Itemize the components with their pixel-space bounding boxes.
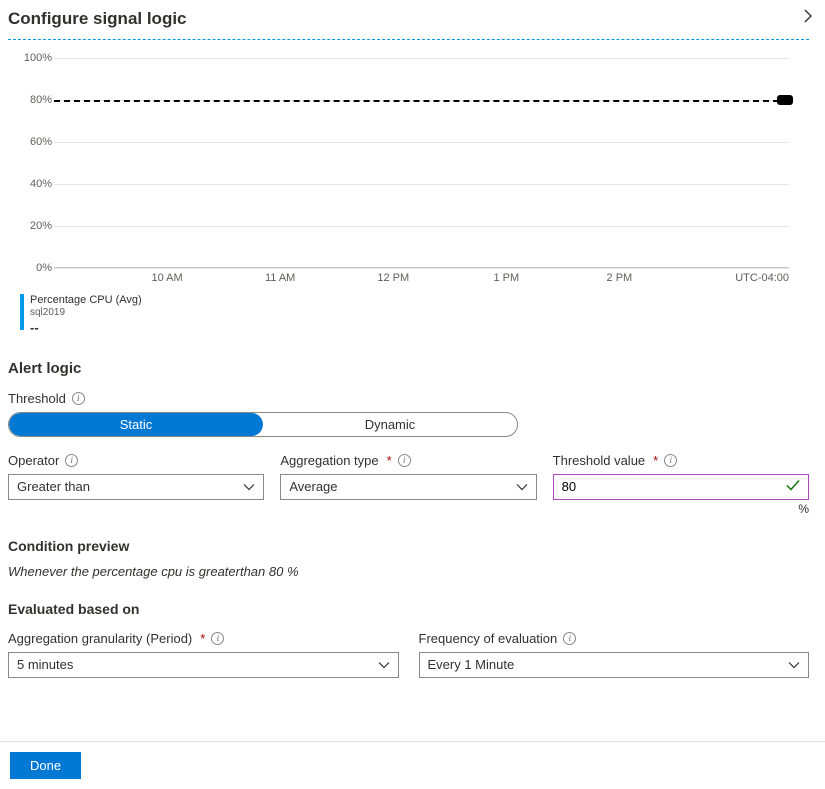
xtick: 12 PM xyxy=(337,272,450,284)
legend-value: -- xyxy=(30,320,142,336)
chevron-down-icon xyxy=(788,657,800,672)
xtick: UTC-04:00 xyxy=(676,272,789,284)
xtick: 10 AM xyxy=(111,272,224,284)
footer: Done xyxy=(0,741,825,789)
chart-legend: Percentage CPU (Avg) sql2019 -- xyxy=(14,294,789,336)
legend-resource: sql2019 xyxy=(30,307,142,319)
operator-select[interactable]: Greater than xyxy=(8,474,264,500)
check-icon xyxy=(786,479,800,494)
condition-preview-text: Whenever the percentage cpu is greaterth… xyxy=(8,564,809,579)
info-icon[interactable]: i xyxy=(664,454,677,467)
ytick: 20% xyxy=(20,220,52,232)
frequency-select[interactable]: Every 1 Minute xyxy=(419,652,810,678)
close-chevron-icon[interactable] xyxy=(803,8,813,29)
xtick: 11 AM xyxy=(224,272,337,284)
threshold-value-input[interactable] xyxy=(553,474,809,500)
threshold-toggle[interactable]: Static Dynamic xyxy=(8,412,518,437)
operator-label: Operator xyxy=(8,453,59,468)
frequency-value: Every 1 Minute xyxy=(428,657,515,672)
page-title: Configure signal logic xyxy=(8,9,187,29)
threshold-value-field[interactable] xyxy=(562,479,800,494)
aggregation-select[interactable]: Average xyxy=(280,474,536,500)
ytick: 100% xyxy=(20,52,52,64)
xtick: 1 PM xyxy=(450,272,563,284)
threshold-label: Threshold xyxy=(8,391,66,406)
chevron-down-icon xyxy=(378,657,390,672)
threshold-static-pill[interactable]: Static xyxy=(9,413,263,436)
ytick: 40% xyxy=(20,178,52,190)
info-icon[interactable]: i xyxy=(398,454,411,467)
required-indicator: * xyxy=(387,453,392,468)
granularity-select[interactable]: 5 minutes xyxy=(8,652,399,678)
info-icon[interactable]: i xyxy=(72,392,85,405)
metric-chart: 100% 80% 60% 40% 20% 0% 10 AM 11 AM 12 P… xyxy=(8,58,809,336)
operator-value: Greater than xyxy=(17,479,90,494)
info-icon[interactable]: i xyxy=(65,454,78,467)
chevron-down-icon xyxy=(516,479,528,494)
ytick: 60% xyxy=(20,136,52,148)
ytick: 80% xyxy=(20,94,52,106)
alert-logic-heading: Alert logic xyxy=(8,360,809,377)
frequency-label: Frequency of evaluation xyxy=(419,631,558,646)
xtick: 2 PM xyxy=(563,272,676,284)
aggregation-value: Average xyxy=(289,479,337,494)
granularity-label: Aggregation granularity (Period) xyxy=(8,631,192,646)
threshold-value-label: Threshold value xyxy=(553,453,646,468)
condition-preview-heading: Condition preview xyxy=(8,538,809,554)
evaluated-heading: Evaluated based on xyxy=(8,601,809,617)
threshold-marker xyxy=(777,95,793,105)
ytick: 0% xyxy=(20,262,52,274)
divider xyxy=(8,39,809,40)
done-button[interactable]: Done xyxy=(10,752,81,779)
threshold-line xyxy=(54,100,789,102)
chevron-down-icon xyxy=(243,479,255,494)
granularity-value: 5 minutes xyxy=(17,657,73,672)
threshold-unit: % xyxy=(553,502,809,516)
aggregation-label: Aggregation type xyxy=(280,453,378,468)
required-indicator: * xyxy=(200,631,205,646)
threshold-dynamic-pill[interactable]: Dynamic xyxy=(263,413,517,436)
required-indicator: * xyxy=(653,453,658,468)
info-icon[interactable]: i xyxy=(563,632,576,645)
legend-metric: Percentage CPU (Avg) xyxy=(30,294,142,307)
info-icon[interactable]: i xyxy=(211,632,224,645)
legend-color-bar xyxy=(20,294,24,330)
